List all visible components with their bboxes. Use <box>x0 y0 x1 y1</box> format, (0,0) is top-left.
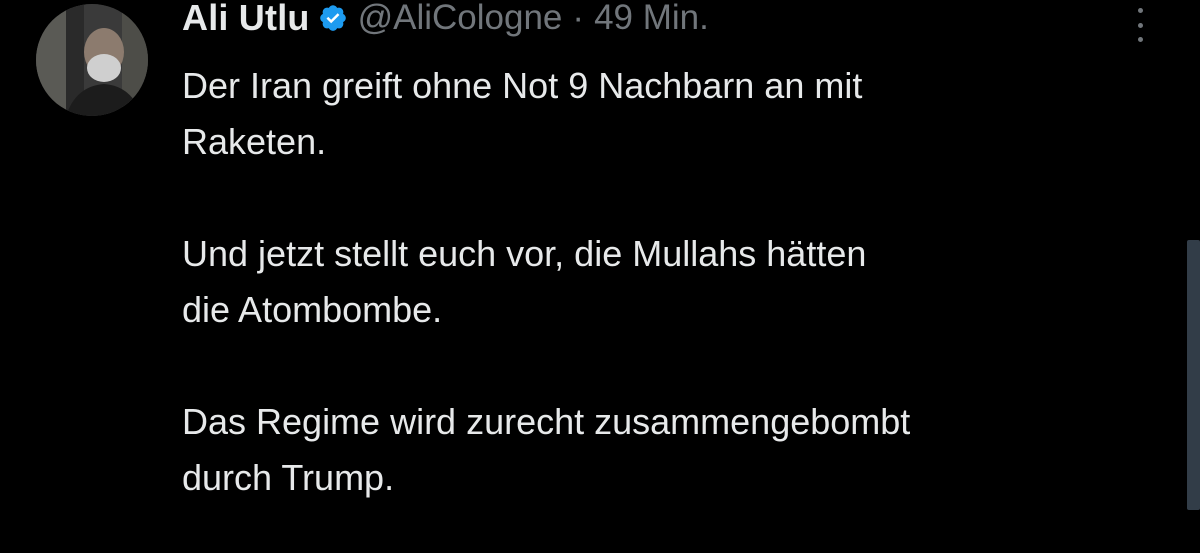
tweet-line: Das Regime wird zurecht zusammengebombt <box>182 401 911 442</box>
tweet[interactable]: Ali Utlu @AliCologne · 49 Min. Der Iran … <box>0 0 1200 553</box>
header-separator: · <box>572 0 585 37</box>
verified-badge-icon <box>318 3 348 33</box>
tweet-line: durch Trump. <box>182 457 395 498</box>
avatar-image <box>36 4 148 116</box>
tweet-text: Der Iran greift ohne Not 9 Nachbarn an m… <box>182 58 1172 506</box>
more-dot <box>1137 37 1143 42</box>
more-options-icon[interactable] <box>1128 8 1152 42</box>
tweet-line: die Atombombe. <box>182 289 443 330</box>
more-dot <box>1137 8 1143 13</box>
author-handle[interactable]: @AliCologne <box>358 0 563 38</box>
avatar[interactable] <box>36 4 148 116</box>
author-name[interactable]: Ali Utlu <box>182 0 310 39</box>
more-dot <box>1137 22 1143 28</box>
tweet-line: Der Iran greift ohne Not 9 Nachbarn an m… <box>182 65 863 106</box>
tweet-line: Raketen. <box>182 121 327 162</box>
tweet-timestamp[interactable]: 49 Min. <box>594 0 709 38</box>
tweet-line: Und jetzt stellt euch vor, die Mullahs h… <box>182 233 867 274</box>
tweet-header: Ali Utlu @AliCologne · 49 Min. <box>182 0 709 44</box>
scrollbar[interactable] <box>1187 240 1200 510</box>
